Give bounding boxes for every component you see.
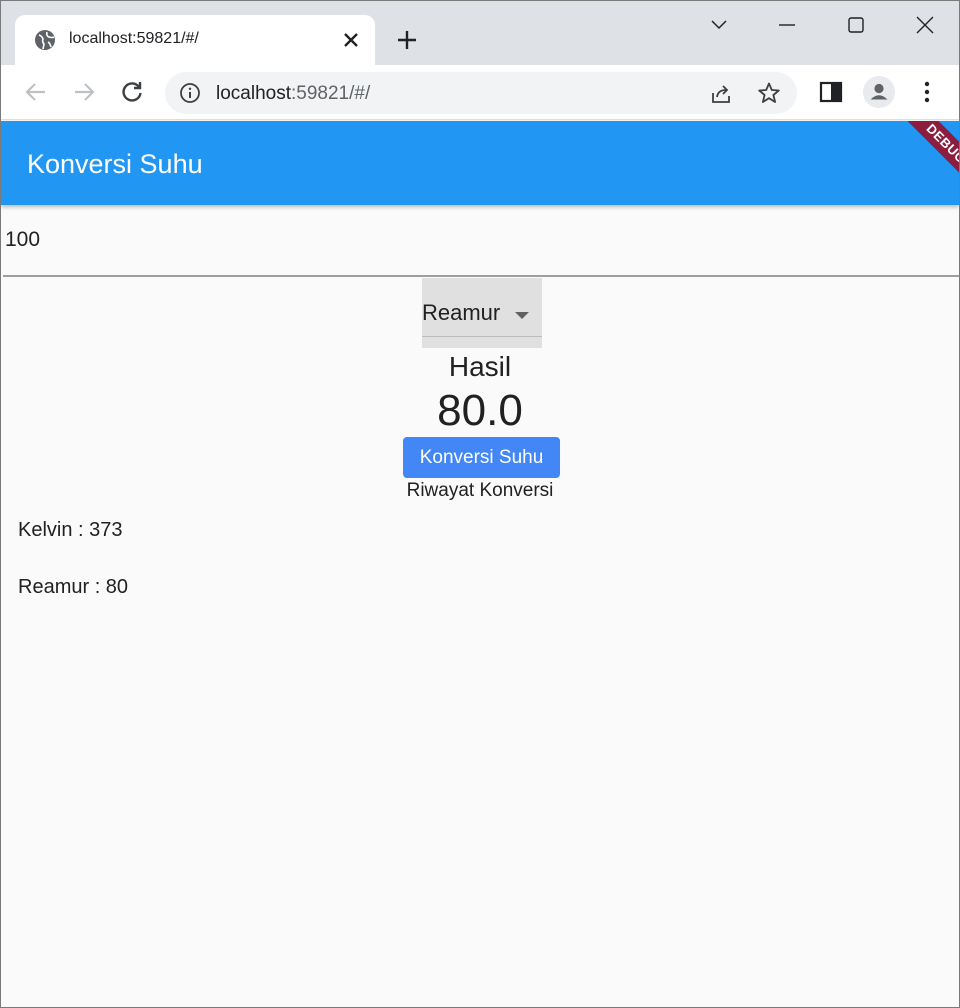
unit-dropdown[interactable]: Reamur: [422, 278, 542, 348]
result-label: Hasil: [448, 351, 512, 382]
browser-toolbar: localhost:59821/#/: [1, 65, 959, 120]
close-icon[interactable]: [341, 30, 361, 50]
history-item: Reamur : 80: [18, 576, 129, 598]
dropdown-arrow-icon: [513, 308, 531, 319]
result-value: 80.0: [437, 386, 523, 435]
share-icon[interactable]: [709, 82, 733, 106]
plus-icon[interactable]: [395, 28, 419, 52]
temperature-input[interactable]: 100: [3, 206, 959, 277]
info-icon[interactable]: [179, 82, 201, 104]
browser-window: localhost:59821/#/ localhost:59821/#/ Ko…: [0, 0, 960, 1008]
profile-icon[interactable]: [863, 76, 895, 108]
minimize-icon[interactable]: [771, 11, 803, 39]
app-bar: Konversi Suhu: [1, 121, 959, 205]
history-item: Kelvin : 373: [18, 519, 123, 541]
dropdown-selected-value: Reamur: [422, 300, 501, 325]
star-icon[interactable]: [757, 81, 781, 105]
history-title: Riwayat Konversi: [406, 480, 554, 501]
app-title: Konversi Suhu: [27, 149, 203, 179]
globe-icon: [33, 28, 57, 52]
side-panel-icon[interactable]: [817, 78, 845, 106]
back-arrow-icon[interactable]: [23, 79, 49, 105]
url-text: localhost:59821/#/: [216, 83, 371, 104]
tab-title: localhost:59821/#/: [69, 30, 199, 47]
history-list: Kelvin : 373 Reamur : 80: [18, 517, 128, 631]
address-bar[interactable]: localhost:59821/#/: [165, 72, 797, 114]
tab-strip: localhost:59821/#/: [1, 1, 959, 65]
reload-icon[interactable]: [119, 79, 145, 105]
window-close-icon[interactable]: [909, 11, 941, 39]
dropdown-underline: [422, 336, 542, 337]
maximize-icon[interactable]: [840, 11, 872, 39]
browser-tab[interactable]: localhost:59821/#/: [15, 15, 375, 65]
more-vert-icon[interactable]: [913, 78, 941, 106]
convert-button[interactable]: Konversi Suhu: [403, 437, 560, 478]
chevron-down-icon[interactable]: [703, 11, 735, 39]
forward-arrow-icon[interactable]: [71, 79, 97, 105]
